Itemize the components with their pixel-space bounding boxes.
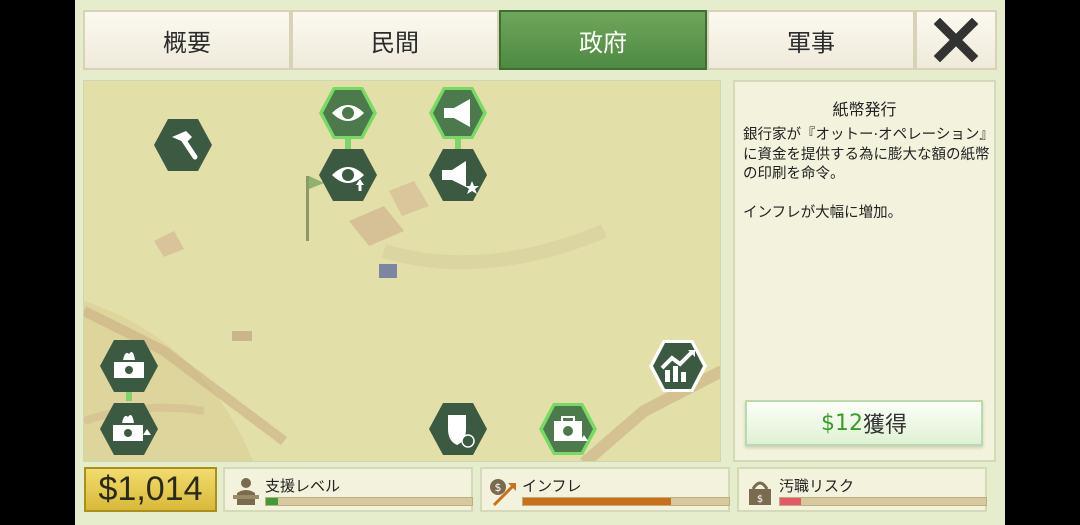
inflation-bar — [522, 497, 730, 506]
description-panel: 紙幣発行 銀行家が『オットー·オペレーション』に資金を提供する為に膨大な額の紙幣… — [733, 80, 996, 462]
inflation-icon: $ — [490, 479, 516, 507]
support-level-stat: 支援レベル — [223, 467, 473, 512]
corruption-risk-stat: $ 汚職リスク — [737, 467, 987, 512]
close-button[interactable] — [915, 10, 997, 70]
briefcase-money-icon — [539, 403, 597, 455]
inflation-stat: $ インフレ — [480, 467, 730, 512]
upgrade-description: 銀行家が『オットー·オペレーション』に資金を提供する為に膨大な額の紙幣の印刷を命… — [743, 126, 991, 223]
growth-chart-icon — [649, 340, 707, 392]
print-money-upgrade-node[interactable] — [99, 401, 159, 457]
corruption-risk-fill — [780, 498, 801, 505]
support-level-bar — [265, 497, 473, 506]
close-icon — [934, 18, 978, 62]
hammer-icon — [154, 119, 212, 171]
growth-chart-node[interactable] — [648, 338, 708, 394]
tab-overview-label: 概要 — [163, 28, 211, 57]
money-fire-upgrade-icon — [100, 403, 158, 455]
support-icon — [233, 478, 259, 505]
money-fire-icon — [100, 340, 158, 392]
upgrade-effect-text: インフレが大幅に増加。 — [743, 204, 903, 221]
support-level-label: 支援レベル — [265, 477, 341, 495]
acquire-cost: $12 — [820, 410, 863, 436]
tab-government-label: 政府 — [579, 28, 627, 57]
print-money-node[interactable] — [99, 338, 159, 394]
propaganda-upgrade-node[interactable] — [428, 147, 488, 203]
money-display: $1,014 — [84, 467, 217, 512]
build-hammer-node[interactable] — [153, 117, 213, 173]
corruption-risk-bar — [779, 497, 987, 506]
shield-money-icon — [429, 403, 487, 455]
tab-government[interactable]: 政府 — [499, 10, 707, 70]
eye-upgrade-icon — [319, 149, 377, 201]
megaphone-star-icon — [429, 149, 487, 201]
tab-military-label: 軍事 — [787, 28, 835, 57]
inflation-fill — [523, 498, 672, 505]
svg-text:$: $ — [757, 494, 763, 505]
svg-text:$: $ — [495, 481, 502, 494]
support-level-fill — [266, 498, 279, 505]
acquire-button[interactable]: $12 獲得 — [745, 400, 983, 446]
tab-military[interactable]: 軍事 — [707, 10, 915, 70]
tab-overview[interactable]: 概要 — [83, 10, 291, 70]
tab-civilian-label: 民間 — [371, 28, 419, 57]
upgrade-description-text: 銀行家が『オットー·オペレーション』に資金を提供する為に膨大な額の紙幣の印刷を命… — [743, 127, 990, 182]
surveillance-node[interactable] — [318, 85, 378, 141]
megaphone-icon — [429, 87, 487, 139]
money-value: $1,014 — [98, 470, 203, 508]
corruption-risk-label: 汚職リスク — [779, 477, 855, 495]
inflation-label: インフレ — [522, 477, 582, 495]
upgrade-tree-map — [83, 80, 721, 462]
corruption-icon: $ — [749, 481, 771, 505]
bank-investment-node[interactable] — [538, 401, 598, 457]
propaganda-node[interactable] — [428, 85, 488, 141]
tab-civilian[interactable]: 民間 — [291, 10, 499, 70]
acquire-label: 獲得 — [862, 413, 907, 438]
eye-icon — [319, 87, 377, 139]
protect-funds-node[interactable] — [428, 401, 488, 457]
surveillance-upgrade-node[interactable] — [318, 147, 378, 203]
upgrade-title: 紙幣発行 — [832, 100, 897, 119]
